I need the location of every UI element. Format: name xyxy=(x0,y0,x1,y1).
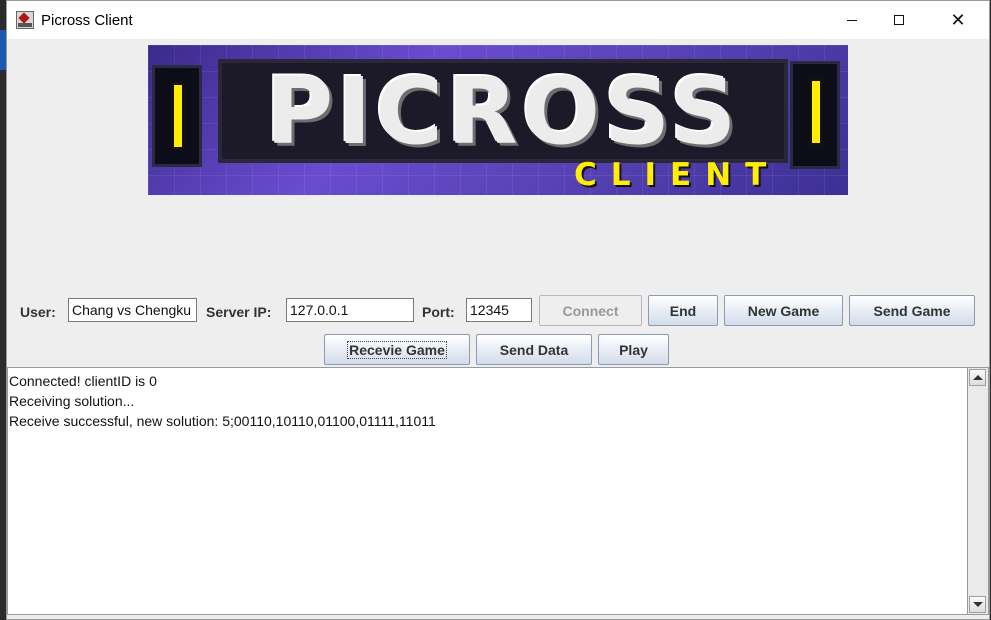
port-label: Port: xyxy=(422,304,455,320)
maximize-button[interactable] xyxy=(876,1,922,39)
log-output-area[interactable]: Connected! clientID is 0 Receiving solut… xyxy=(7,367,968,615)
user-field[interactable]: Chang vs Chengku xyxy=(68,298,197,322)
window-title: Picross Client xyxy=(41,12,133,29)
connect-button-label: Connect xyxy=(562,302,619,319)
banner-left-block xyxy=(152,65,202,167)
close-icon: ✕ xyxy=(950,9,966,31)
server-ip-field[interactable]: 127.0.0.1 xyxy=(286,298,414,322)
log-line: Connected! clientID is 0 xyxy=(9,373,157,389)
end-button-label: End xyxy=(669,302,697,319)
minimize-button[interactable] xyxy=(829,1,875,39)
send-game-button[interactable]: Send Game xyxy=(849,295,975,326)
end-button[interactable]: End xyxy=(648,295,718,326)
title-bar: Picross Client ✕ xyxy=(7,1,989,39)
server-ip-label: Server IP: xyxy=(206,304,272,320)
banner-right-block xyxy=(790,61,840,169)
log-scrollbar[interactable] xyxy=(968,367,989,615)
receive-game-button-label: Recevie Game xyxy=(347,340,447,359)
play-button[interactable]: Play xyxy=(598,334,669,365)
close-button[interactable]: ✕ xyxy=(935,1,981,39)
arrow-down-icon xyxy=(972,602,983,607)
minimize-icon xyxy=(847,19,857,21)
banner-subtitle: CLIENT xyxy=(574,157,781,193)
scroll-up-button[interactable] xyxy=(969,369,986,386)
picross-banner: PICROSS CLIENT xyxy=(148,45,848,195)
banner-logo-text: PICROSS xyxy=(218,58,788,165)
app-window: Picross Client ✕ PICROSS CLIENT User: Ch… xyxy=(6,0,990,620)
log-line: Receive successful, new solution: 5;0011… xyxy=(9,413,436,429)
port-field[interactable]: 12345 xyxy=(466,298,532,322)
new-game-button-label: New Game xyxy=(747,302,820,319)
java-cup-icon[interactable] xyxy=(16,11,34,29)
send-data-button-label: Send Data xyxy=(499,341,569,358)
send-data-button[interactable]: Send Data xyxy=(476,334,592,365)
new-game-button[interactable]: New Game xyxy=(724,295,843,326)
scroll-down-button[interactable] xyxy=(969,596,986,613)
send-game-button-label: Send Game xyxy=(873,302,951,319)
play-button-label: Play xyxy=(619,341,648,358)
receive-game-button[interactable]: Recevie Game xyxy=(324,334,470,365)
user-label: User: xyxy=(20,304,56,320)
arrow-up-icon xyxy=(972,375,983,380)
connect-button[interactable]: Connect xyxy=(539,295,642,326)
log-line: Receiving solution... xyxy=(9,393,135,409)
maximize-icon xyxy=(894,15,904,25)
